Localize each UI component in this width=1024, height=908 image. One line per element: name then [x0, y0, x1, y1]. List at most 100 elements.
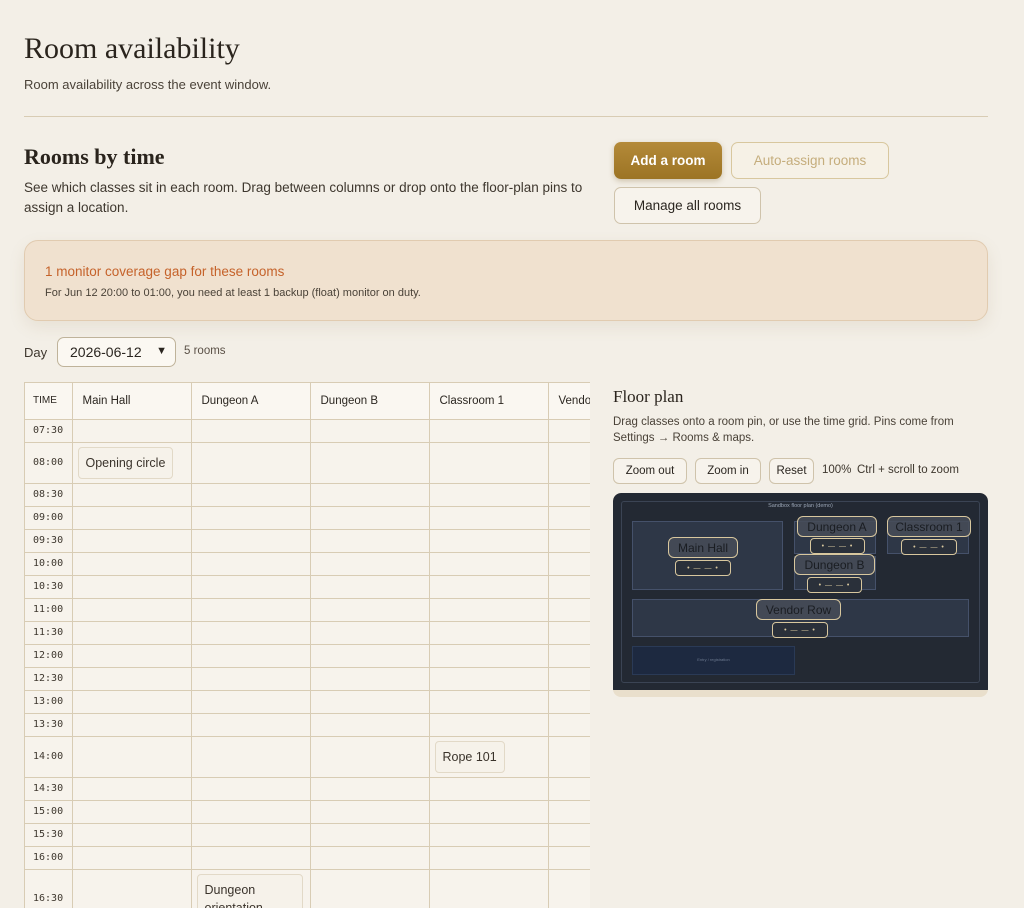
- grid-cell-classroom-1[interactable]: [429, 777, 549, 801]
- grid-cell-main-hall[interactable]: Opening circle: [72, 442, 192, 484]
- class-chip[interactable]: Rope 101: [434, 740, 505, 773]
- grid-cell-dungeon-b[interactable]: [310, 644, 430, 668]
- grid-cell-vendor-row[interactable]: [548, 598, 590, 622]
- zoom-out-button[interactable]: Zoom out: [613, 458, 687, 484]
- day-select[interactable]: 2026-06-12 ▼: [57, 337, 176, 367]
- grid-cell-vendor-row[interactable]: [548, 777, 590, 801]
- grid-cell-vendor-row[interactable]: [548, 506, 590, 530]
- grid-cell-classroom-1[interactable]: [429, 506, 549, 530]
- grid-cell-dungeon-a[interactable]: [191, 736, 311, 778]
- grid-cell-dungeon-b[interactable]: [310, 777, 430, 801]
- grid-cell-dungeon-b[interactable]: [310, 667, 430, 691]
- grid-cell-vendor-row[interactable]: [548, 575, 590, 599]
- grid-cell-dungeon-a[interactable]: [191, 529, 311, 553]
- grid-cell-vendor-row[interactable]: [548, 644, 590, 668]
- grid-cell-dungeon-b[interactable]: [310, 419, 430, 443]
- grid-cell-dungeon-a[interactable]: [191, 667, 311, 691]
- pin-dungeon-a[interactable]: Dungeon A: [797, 516, 877, 537]
- auto-assign-button[interactable]: Auto-assign rooms: [731, 142, 889, 179]
- grid-cell-main-hall[interactable]: [72, 483, 192, 507]
- grid-cell-dungeon-a[interactable]: [191, 621, 311, 645]
- grid-cell-dungeon-a[interactable]: [191, 800, 311, 824]
- grid-cell-main-hall[interactable]: [72, 575, 192, 599]
- grid-cell-main-hall[interactable]: [72, 777, 192, 801]
- grid-cell-dungeon-b[interactable]: [310, 736, 430, 778]
- grid-cell-main-hall[interactable]: [72, 869, 192, 908]
- grid-cell-vendor-row[interactable]: [548, 690, 590, 714]
- grid-cell-dungeon-b[interactable]: [310, 575, 430, 599]
- grid-cell-dungeon-a[interactable]: [191, 823, 311, 847]
- grid-cell-classroom-1[interactable]: [429, 575, 549, 599]
- grid-cell-classroom-1[interactable]: [429, 667, 549, 691]
- grid-cell-dungeon-a[interactable]: [191, 644, 311, 668]
- grid-cell-dungeon-b[interactable]: [310, 690, 430, 714]
- grid-cell-vendor-row[interactable]: [548, 823, 590, 847]
- grid-cell-main-hall[interactable]: [72, 529, 192, 553]
- drop-zone-classroom-1[interactable]: • — — •: [901, 539, 957, 555]
- grid-cell-classroom-1[interactable]: [429, 442, 549, 484]
- drop-zone-main-hall[interactable]: • — — •: [675, 560, 731, 576]
- grid-cell-main-hall[interactable]: [72, 800, 192, 824]
- grid-cell-dungeon-b[interactable]: [310, 442, 430, 484]
- grid-cell-dungeon-b[interactable]: [310, 529, 430, 553]
- pin-dungeon-b[interactable]: Dungeon B: [794, 554, 875, 575]
- grid-cell-main-hall[interactable]: [72, 823, 192, 847]
- grid-cell-main-hall[interactable]: [72, 419, 192, 443]
- grid-cell-vendor-row[interactable]: [548, 621, 590, 645]
- grid-cell-dungeon-a[interactable]: Dungeon orientation: [191, 869, 311, 908]
- grid-cell-main-hall[interactable]: [72, 621, 192, 645]
- grid-cell-vendor-row[interactable]: [548, 442, 590, 484]
- grid-cell-classroom-1[interactable]: [429, 483, 549, 507]
- grid-cell-vendor-row[interactable]: [548, 552, 590, 576]
- grid-cell-dungeon-b[interactable]: [310, 506, 430, 530]
- drop-zone-dungeon-a[interactable]: • — — •: [810, 538, 865, 554]
- add-room-button[interactable]: Add a room: [614, 142, 722, 179]
- manage-rooms-button[interactable]: Manage all rooms: [614, 187, 761, 224]
- grid-cell-dungeon-a[interactable]: [191, 442, 311, 484]
- pin-vendor-row[interactable]: Vendor Row: [756, 599, 841, 620]
- grid-cell-classroom-1[interactable]: [429, 869, 549, 908]
- grid-cell-main-hall[interactable]: [72, 506, 192, 530]
- grid-cell-main-hall[interactable]: [72, 713, 192, 737]
- grid-cell-main-hall[interactable]: [72, 846, 192, 870]
- grid-cell-dungeon-a[interactable]: [191, 552, 311, 576]
- grid-cell-classroom-1[interactable]: [429, 800, 549, 824]
- floor-plan-map[interactable]: Sandbox floor plan (demo) Entry / regist…: [613, 493, 988, 690]
- grid-cell-classroom-1[interactable]: [429, 823, 549, 847]
- grid-cell-vendor-row[interactable]: [548, 483, 590, 507]
- grid-cell-classroom-1[interactable]: [429, 846, 549, 870]
- grid-cell-dungeon-a[interactable]: [191, 506, 311, 530]
- grid-cell-main-hall[interactable]: [72, 736, 192, 778]
- grid-cell-classroom-1[interactable]: [429, 644, 549, 668]
- grid-cell-classroom-1[interactable]: [429, 713, 549, 737]
- grid-cell-dungeon-b[interactable]: [310, 483, 430, 507]
- class-chip[interactable]: Opening circle: [77, 446, 174, 479]
- grid-cell-vendor-row[interactable]: [548, 529, 590, 553]
- grid-cell-dungeon-b[interactable]: [310, 800, 430, 824]
- grid-cell-dungeon-a[interactable]: [191, 690, 311, 714]
- grid-cell-dungeon-b[interactable]: [310, 598, 430, 622]
- grid-cell-main-hall[interactable]: [72, 552, 192, 576]
- grid-cell-classroom-1[interactable]: Rope 101: [429, 736, 549, 778]
- grid-cell-dungeon-b[interactable]: [310, 621, 430, 645]
- grid-cell-main-hall[interactable]: [72, 644, 192, 668]
- grid-cell-dungeon-a[interactable]: [191, 713, 311, 737]
- grid-cell-dungeon-b[interactable]: [310, 713, 430, 737]
- grid-cell-dungeon-a[interactable]: [191, 483, 311, 507]
- grid-cell-dungeon-a[interactable]: [191, 598, 311, 622]
- grid-cell-dungeon-a[interactable]: [191, 419, 311, 443]
- grid-cell-main-hall[interactable]: [72, 690, 192, 714]
- grid-cell-dungeon-b[interactable]: [310, 552, 430, 576]
- grid-cell-vendor-row[interactable]: [548, 869, 590, 908]
- grid-cell-dungeon-b[interactable]: [310, 846, 430, 870]
- grid-cell-dungeon-a[interactable]: [191, 777, 311, 801]
- pin-classroom-1[interactable]: Classroom 1: [887, 516, 971, 537]
- drop-zone-dungeon-b[interactable]: • — — •: [807, 577, 862, 593]
- class-chip[interactable]: Dungeon orientation: [196, 873, 303, 908]
- grid-cell-vendor-row[interactable]: [548, 736, 590, 778]
- grid-cell-vendor-row[interactable]: [548, 667, 590, 691]
- zoom-in-button[interactable]: Zoom in: [695, 458, 761, 484]
- drop-zone-vendor-row[interactable]: • — — •: [772, 622, 828, 638]
- grid-cell-main-hall[interactable]: [72, 667, 192, 691]
- grid-cell-main-hall[interactable]: [72, 598, 192, 622]
